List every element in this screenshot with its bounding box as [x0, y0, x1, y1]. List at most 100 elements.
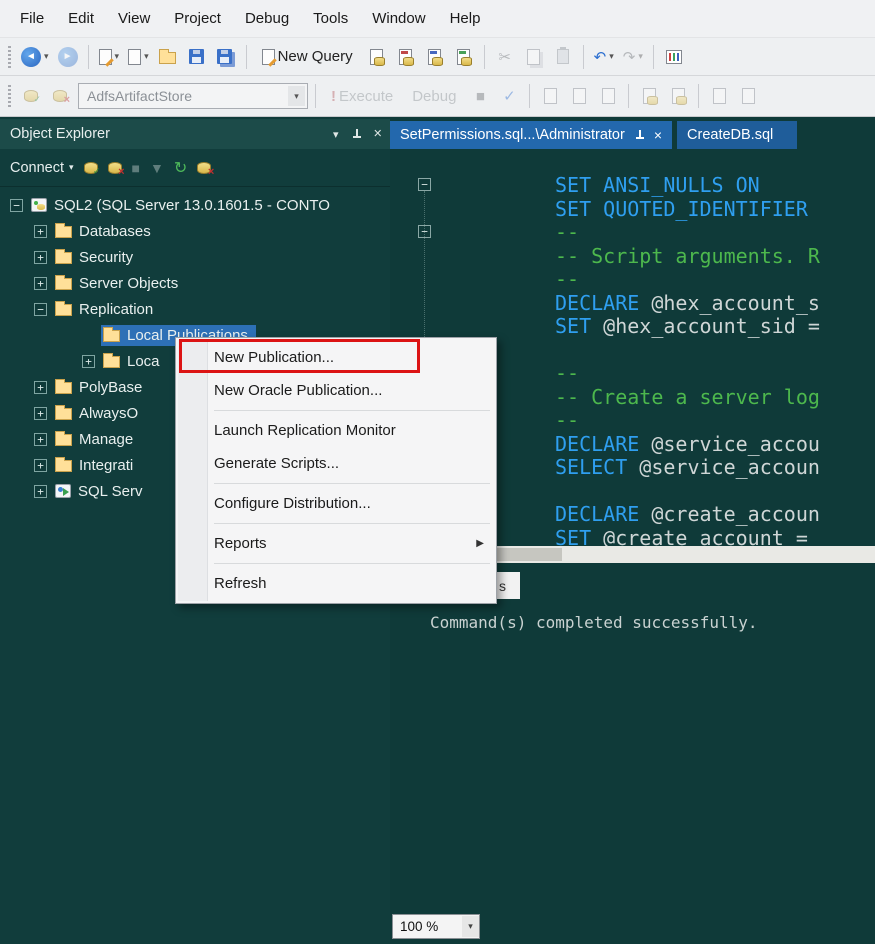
save-all-button[interactable] — [213, 43, 239, 71]
menu-window[interactable]: Window — [360, 0, 437, 38]
tree-item-content[interactable]: SQL Serv — [53, 481, 150, 502]
fold-collapse-icon[interactable]: − — [418, 178, 431, 191]
menu-project[interactable]: Project — [162, 0, 233, 38]
menu-tools[interactable]: Tools — [301, 0, 360, 38]
tree-item-server-objects[interactable]: + Server Objects — [0, 270, 390, 296]
connect-server-icon[interactable] — [83, 161, 101, 177]
menuitem-launch-replication-monitor[interactable]: Launch Replication Monitor — [178, 414, 494, 447]
window-position-icon[interactable]: ▾ — [333, 128, 339, 141]
undo-button[interactable]: ↶ ▾ — [591, 43, 617, 71]
chevron-down-icon[interactable]: ▾ — [115, 51, 120, 62]
expander-plus-icon[interactable]: + — [34, 250, 47, 264]
expander-plus-icon[interactable]: + — [34, 458, 47, 472]
expander-plus-icon[interactable]: + — [82, 354, 95, 368]
dmx-query-button[interactable] — [422, 43, 448, 71]
expander-plus-icon[interactable]: + — [34, 276, 47, 290]
expander-plus-icon[interactable]: + — [34, 380, 47, 394]
new-query-button[interactable]: New Query — [254, 43, 361, 71]
available-databases-button[interactable] — [18, 82, 44, 110]
zoom-combobox[interactable]: 100 % ▾ — [392, 914, 480, 939]
expander-minus-icon[interactable]: − — [10, 198, 23, 212]
comment-button[interactable] — [706, 82, 732, 110]
menuitem-new-oracle-publication[interactable]: New Oracle Publication... — [178, 374, 494, 407]
stop-icon[interactable]: ■ — [132, 160, 140, 176]
mdx-query-button[interactable] — [393, 43, 419, 71]
menu-debug[interactable]: Debug — [233, 0, 301, 38]
save-button[interactable] — [184, 43, 210, 71]
menuitem-new-publication[interactable]: New Publication... — [178, 339, 494, 374]
database-engine-query-button[interactable] — [364, 43, 390, 71]
disconnect-server-icon[interactable] — [107, 161, 125, 178]
cut-button[interactable]: ✂ — [492, 43, 518, 71]
expander-plus-icon[interactable]: + — [34, 484, 47, 498]
tab-setpermissions[interactable]: SetPermissions.sql...\Administrator × — [390, 121, 673, 149]
tab-createdb[interactable]: CreateDB.sql — [677, 121, 798, 149]
refresh-icon[interactable]: ↻ — [174, 158, 187, 178]
tree-item-content[interactable]: Manage — [53, 429, 141, 450]
parse-button[interactable]: ✓ — [496, 82, 522, 110]
chevron-down-icon[interactable]: ▾ — [609, 51, 614, 62]
filter-icon[interactable]: ▼ — [150, 160, 164, 176]
menu-file[interactable]: File — [8, 0, 56, 38]
expander-plus-icon[interactable]: + — [34, 432, 47, 446]
disconnect-icon[interactable] — [197, 161, 214, 178]
execute-button[interactable]: ! Execute — [323, 82, 401, 110]
close-icon[interactable]: × — [374, 126, 382, 142]
navigate-back-button[interactable]: ◄ ▾ — [18, 43, 52, 71]
cancel-query-button[interactable]: ■ — [467, 82, 493, 110]
menuitem-refresh[interactable]: Refresh — [178, 567, 494, 600]
toolbar-grip[interactable] — [8, 45, 11, 68]
tree-item-content[interactable]: AlwaysO — [53, 403, 146, 424]
tree-item-content[interactable]: Integrati — [53, 455, 141, 476]
query-options-button[interactable] — [566, 82, 592, 110]
tree-item-security[interactable]: + Security — [0, 244, 390, 270]
pin-icon[interactable] — [351, 128, 362, 140]
debug-button[interactable]: Debug — [404, 82, 464, 110]
new-query-dropdown-button[interactable]: ▾ — [96, 43, 123, 71]
new-project-button[interactable]: ▾ — [125, 43, 152, 71]
expander-minus-icon[interactable]: − — [34, 302, 47, 316]
menu-edit[interactable]: Edit — [56, 0, 106, 38]
pin-icon[interactable] — [634, 129, 645, 141]
estimated-plan-button[interactable] — [537, 82, 563, 110]
results-to-grid-button[interactable] — [636, 82, 662, 110]
toolbar-grip[interactable] — [8, 85, 11, 107]
chevron-down-icon[interactable]: ▾ — [638, 51, 643, 62]
expander-plus-icon[interactable]: + — [34, 224, 47, 238]
tree-item-content[interactable]: PolyBase — [53, 377, 150, 398]
tree-item-content[interactable]: Server Objects — [53, 273, 186, 294]
xmla-query-button[interactable] — [451, 43, 477, 71]
chevron-down-icon[interactable]: ▾ — [44, 51, 49, 62]
menuitem-configure-distribution[interactable]: Configure Distribution... — [178, 487, 494, 520]
redo-button[interactable]: ↷ ▾ — [620, 43, 646, 71]
indent-button[interactable] — [735, 82, 761, 110]
open-file-button[interactable] — [155, 43, 181, 71]
tree-item-replication[interactable]: − Replication — [0, 296, 390, 322]
expander-plus-icon[interactable]: + — [34, 406, 47, 420]
tree-item-sql2-sql-server-13-0-1601-5-conto[interactable]: − SQL2 (SQL Server 13.0.1601.5 - CONTO — [0, 192, 390, 218]
change-connection-button[interactable] — [47, 82, 73, 110]
available-databases-combo[interactable]: AdfsArtifactStore ▾ — [78, 83, 308, 109]
menu-view[interactable]: View — [106, 0, 162, 38]
close-icon[interactable]: × — [654, 127, 662, 143]
tree-item-databases[interactable]: + Databases — [0, 218, 390, 244]
menuitem-reports[interactable]: Reports ▶ — [178, 527, 494, 560]
tree-item-content[interactable]: Databases — [53, 221, 159, 242]
tab-messages[interactable]: s — [499, 578, 506, 594]
navigate-forward-button[interactable]: ► — [55, 43, 81, 71]
chevron-down-icon[interactable]: ▾ — [462, 916, 479, 937]
paste-button[interactable] — [550, 43, 576, 71]
tree-item-content[interactable]: Loca — [101, 351, 168, 372]
connect-button[interactable]: Connect ▾ — [10, 160, 74, 176]
chevron-down-icon[interactable]: ▾ — [144, 51, 149, 62]
chevron-down-icon[interactable]: ▾ — [288, 86, 305, 106]
results-to-file-button[interactable] — [665, 82, 691, 110]
tree-item-content[interactable]: Security — [53, 247, 141, 268]
activity-monitor-button[interactable] — [661, 43, 687, 71]
tree-item-content[interactable]: SQL2 (SQL Server 13.0.1601.5 - CONTO — [29, 195, 338, 216]
tree-item-content[interactable]: Replication — [53, 299, 161, 320]
results-to-text-button[interactable] — [595, 82, 621, 110]
menuitem-generate-scripts[interactable]: Generate Scripts... — [178, 447, 494, 480]
menu-help[interactable]: Help — [438, 0, 493, 38]
copy-button[interactable] — [521, 43, 547, 71]
